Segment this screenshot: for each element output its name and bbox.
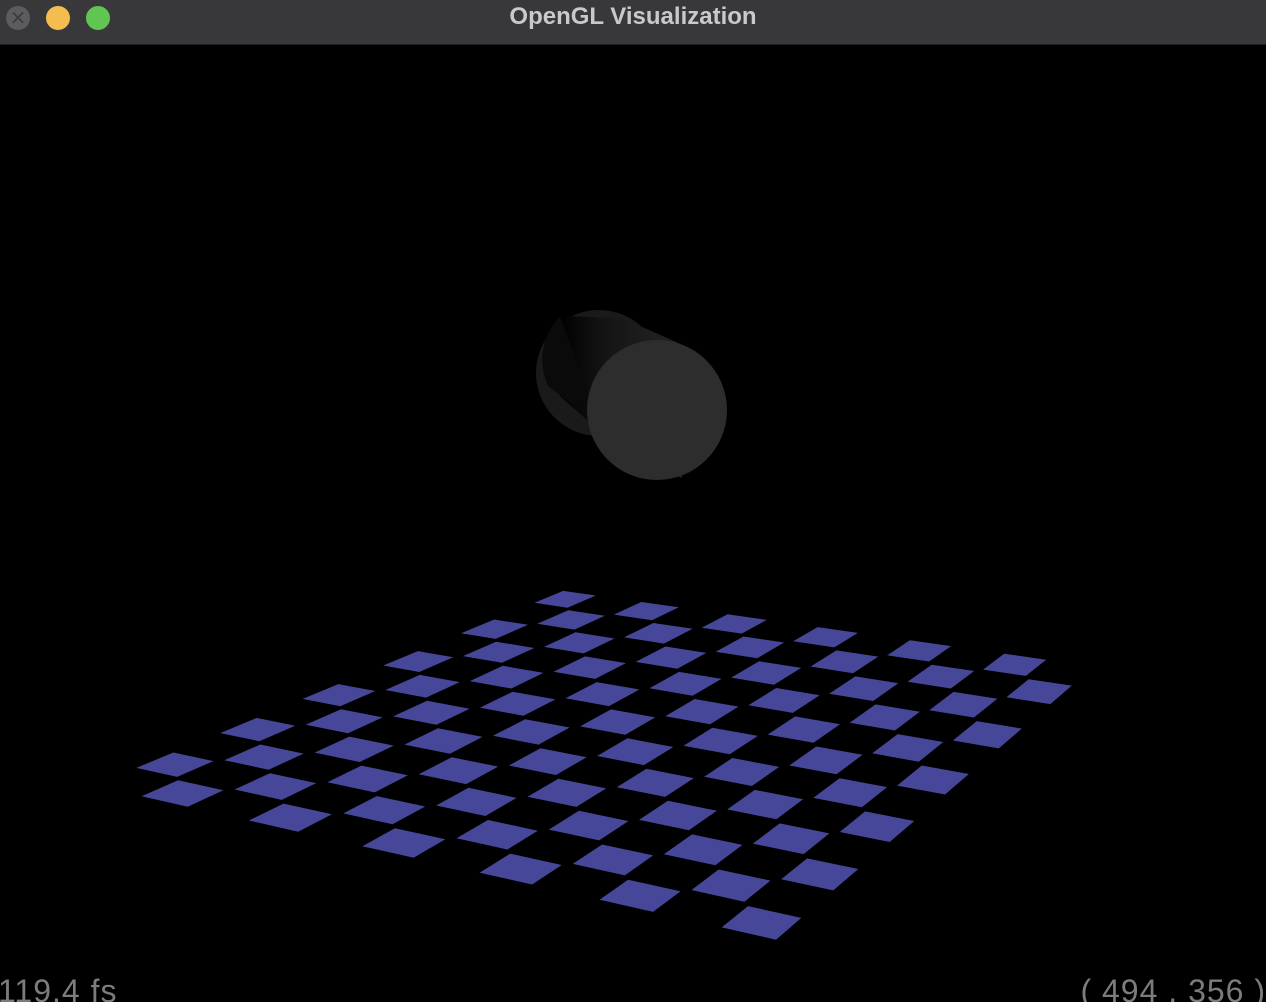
floor-tile (480, 691, 556, 716)
floor-tile (752, 823, 830, 855)
floor-tile (767, 716, 840, 743)
floor-tile (929, 691, 998, 718)
floor-tile (748, 688, 820, 713)
floor-tile (907, 664, 975, 689)
floor-tile (580, 709, 656, 735)
floor-tile (715, 636, 785, 659)
floor-tile (704, 758, 780, 786)
floor-tile (701, 614, 767, 634)
floor-tile (952, 721, 1022, 749)
floor-tile (793, 627, 858, 648)
floor-tile (691, 869, 771, 902)
floor-tile (548, 810, 629, 841)
floor-tile (897, 765, 969, 795)
floor-tile (461, 619, 528, 639)
title-bar[interactable]: OpenGL Visualization (0, 0, 1266, 45)
floor-tile (781, 858, 859, 891)
floor-tile (731, 661, 802, 685)
app-window: OpenGL Visualization 119.4 fs ( 494 , 35… (0, 0, 1266, 1002)
floor-tile (393, 700, 470, 725)
floor-tile (613, 602, 679, 621)
floor-tile (462, 641, 535, 663)
floor-tile (727, 789, 804, 820)
window-title: OpenGL Visualization (509, 3, 757, 30)
floor-tile (1006, 679, 1072, 705)
floor-tile (493, 719, 570, 745)
floor-tile (813, 778, 888, 808)
floor-tile (362, 828, 446, 858)
floor-tile (829, 676, 899, 701)
floor-tile (649, 671, 722, 696)
floor-tile (624, 623, 693, 644)
floor-tile (305, 709, 383, 734)
checkerboard-floor (136, 590, 1072, 940)
floor-tile (479, 853, 562, 885)
floor-tile (849, 704, 920, 731)
floor-tile (663, 834, 743, 866)
fps-readout: 119.4 fs (0, 973, 118, 1002)
floor-tile (404, 728, 483, 754)
floor-tile (327, 765, 408, 793)
cursor-position-readout: ( 494 , 356 ) (1080, 973, 1266, 1002)
scene-render (136, 310, 1072, 940)
floor-tile (544, 632, 615, 654)
floor-tile (234, 773, 317, 800)
floor-tile (527, 778, 607, 807)
cylinder-object (536, 310, 727, 480)
floor-tile (683, 727, 758, 755)
floor-tile (721, 906, 802, 940)
floor-tile (141, 780, 224, 807)
floor-tile (136, 752, 214, 777)
floor-tile (639, 800, 717, 831)
cylinder-front-cap (587, 340, 727, 480)
floor-tile (839, 811, 915, 842)
floor-tile (456, 820, 538, 850)
gl-viewport[interactable]: 119.4 fs ( 494 , 356 ) (0, 46, 1266, 1002)
floor-tile (314, 736, 394, 762)
floor-tile (599, 879, 681, 912)
floor-tile (572, 844, 654, 876)
floor-tile (302, 684, 376, 707)
floor-tile (248, 803, 332, 832)
floor-tile (597, 738, 674, 766)
floor-tile (220, 717, 296, 742)
floor-tile (534, 590, 596, 608)
floor-tile (436, 787, 517, 816)
floor-tile (635, 646, 707, 669)
floor-tile (983, 653, 1047, 676)
floor-tile (887, 640, 952, 662)
floor-tile (616, 768, 694, 797)
floor-tile (537, 610, 605, 630)
floor-tile (383, 651, 454, 672)
floor-tile (224, 744, 304, 770)
floor-tile (789, 746, 863, 775)
floor-tile (553, 656, 626, 679)
floor-tile (565, 682, 640, 707)
floor-tile (385, 674, 460, 698)
floor-tile (665, 699, 739, 725)
floor-tile (872, 734, 944, 762)
floor-tile (343, 796, 426, 825)
floor-tile (469, 665, 544, 689)
floor-tile (810, 650, 879, 674)
floor-tile (418, 757, 499, 785)
floor-tile (508, 748, 587, 775)
